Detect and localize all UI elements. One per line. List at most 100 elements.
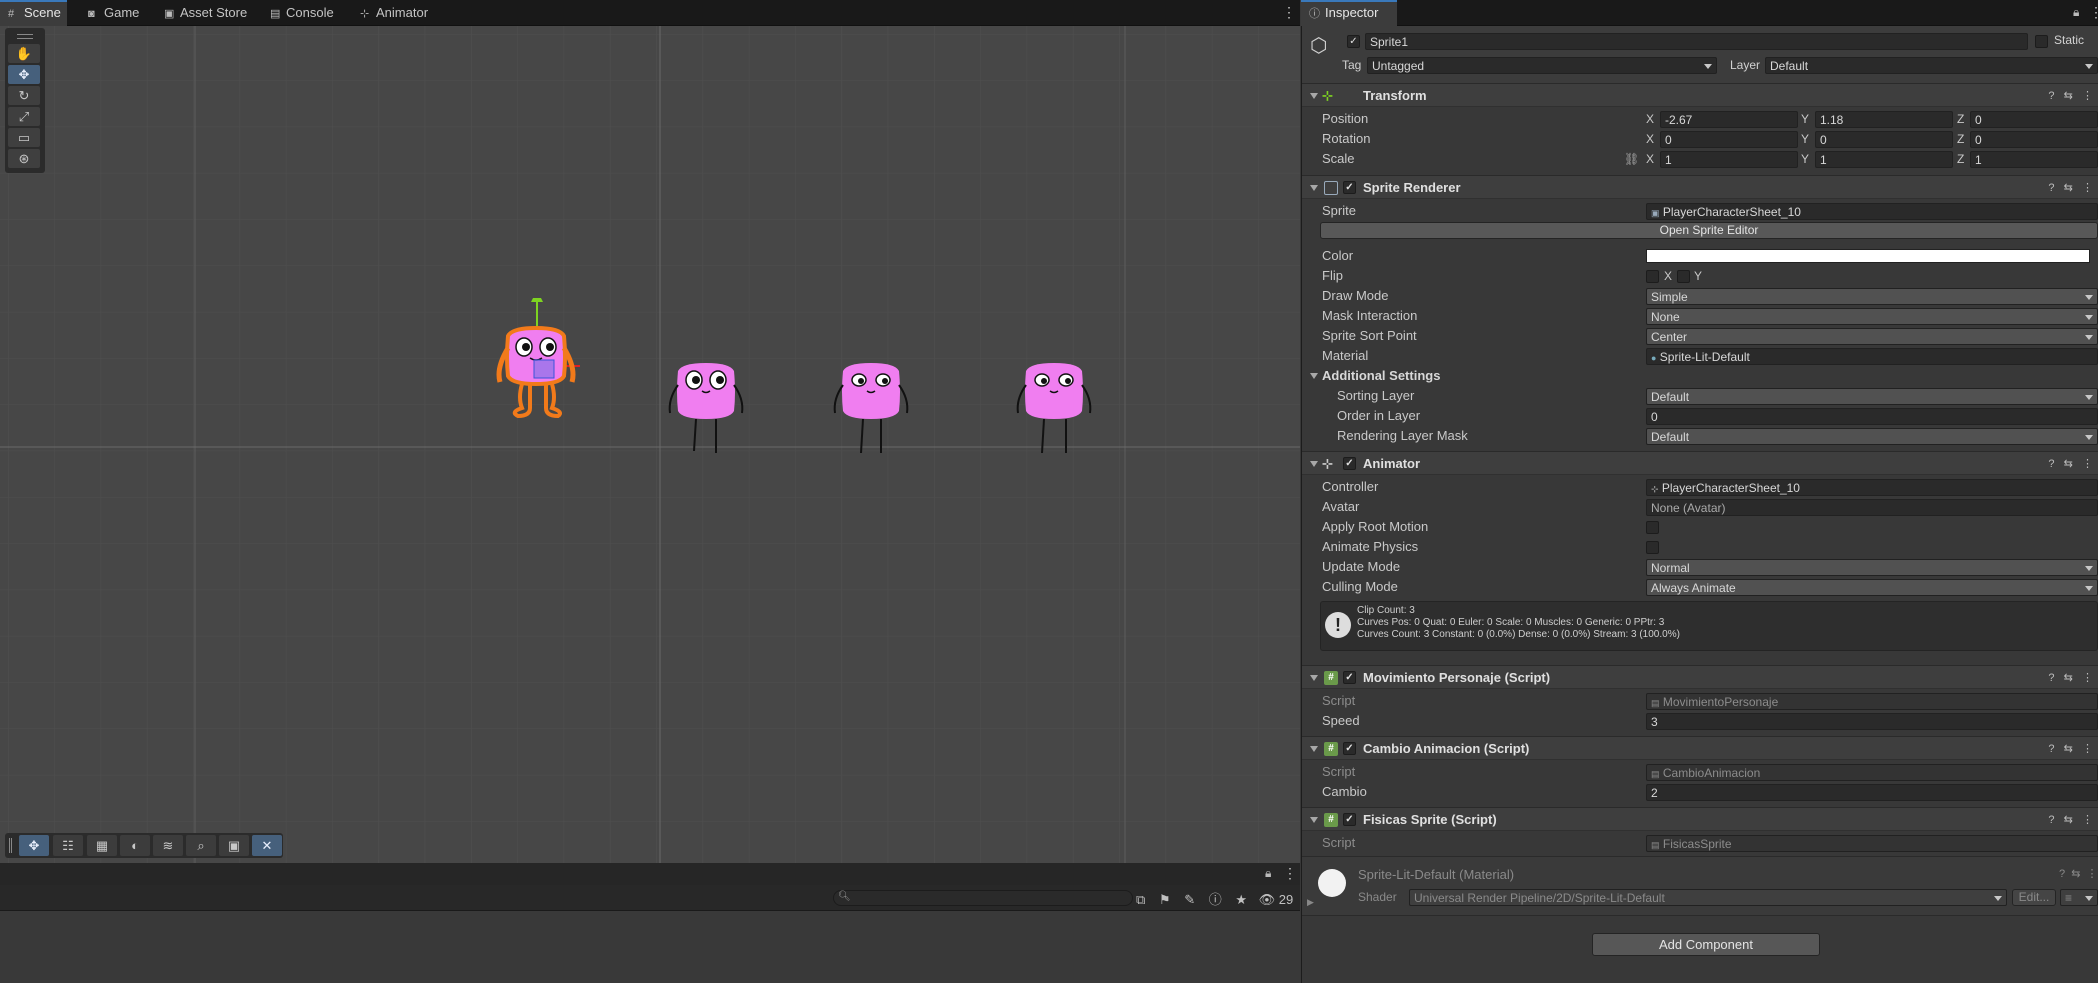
console-log-area[interactable]: [0, 911, 1300, 983]
tab-inspector[interactable]: ⓘ Inspector: [1301, 0, 1397, 26]
camera-button[interactable]: ▣: [219, 835, 249, 856]
component-header-icons[interactable]: ? ⇆ ⋮: [2048, 84, 2093, 108]
sprite-renderer-enabled-checkbox[interactable]: ✓: [1343, 181, 1356, 194]
fisicas-header[interactable]: # ✓ Fisicas Sprite (Script) ? ⇆ ⋮: [1302, 807, 2098, 831]
console-more-icon[interactable]: ⋮: [1283, 865, 1297, 882]
movimiento-header[interactable]: # ✓ Movimiento Personaje (Script) ? ⇆ ⋮: [1302, 665, 2098, 689]
move-tool-button[interactable]: ✥: [8, 65, 40, 84]
visibility-icon[interactable]: 👁︎: [1259, 892, 1276, 907]
tab-game[interactable]: ◙ Game: [80, 0, 145, 26]
flip-y-checkbox[interactable]: [1677, 270, 1690, 283]
error-icon[interactable]: ⓘ: [1209, 892, 1222, 907]
animate-physics-checkbox[interactable]: [1646, 541, 1659, 554]
object-name-input[interactable]: Sprite1: [1365, 33, 2028, 50]
rail-handle-icon[interactable]: [17, 34, 33, 39]
fisicas-enabled-checkbox[interactable]: ✓: [1343, 813, 1356, 826]
component-header-icons[interactable]: ? ⇆ ⋮: [2048, 452, 2093, 476]
constrain-link-icon[interactable]: ⛓: [1624, 149, 1639, 169]
shader-list-dropdown[interactable]: ≡: [2060, 889, 2098, 906]
sliders-button[interactable]: ☷: [53, 835, 83, 856]
zoom-button[interactable]: ⌕: [186, 835, 216, 856]
tab-animator[interactable]: ⊹ Animator: [352, 0, 434, 26]
scale-tool-button[interactable]: ⤢: [8, 107, 40, 126]
layers-button[interactable]: ≋: [153, 835, 183, 856]
sprite-field[interactable]: ▣ PlayerCharacterSheet_10: [1646, 203, 2098, 220]
gizmo-button[interactable]: ✕: [252, 835, 282, 856]
character-2[interactable]: [660, 333, 750, 458]
fit-icon[interactable]: ⧉: [1136, 892, 1145, 907]
scale-y[interactable]: 1: [1815, 151, 1953, 168]
scene-view[interactable]: ✋ ✥ ↻ ⤢ ▭ ⊛ ✥ ☷ ▦ ◐ ≋ ⌕ ▣ ✕: [0, 26, 1300, 863]
material-header-icons[interactable]: ? ⇆ ⋮: [2059, 867, 2098, 880]
toolbar-handle-icon[interactable]: [9, 838, 12, 853]
scale-x[interactable]: 1: [1660, 151, 1798, 168]
cambio-input[interactable]: 2: [1646, 784, 2098, 801]
speed-input[interactable]: 3: [1646, 713, 2098, 730]
rotation-z[interactable]: 0: [1970, 131, 2098, 148]
console-search-input[interactable]: 🔍︎: [833, 890, 1133, 906]
avatar-field[interactable]: None (Avatar): [1646, 499, 2098, 516]
root-motion-checkbox[interactable]: [1646, 521, 1659, 534]
animator-header[interactable]: ⊹ ✓ Animator ? ⇆ ⋮: [1302, 451, 2098, 475]
culling-mode-dropdown[interactable]: Always Animate: [1646, 579, 2098, 596]
draw-mode-dropdown[interactable]: Simple: [1646, 288, 2098, 305]
star-icon[interactable]: ★: [1235, 892, 1247, 907]
lock-icon[interactable]: 🔒︎: [1265, 866, 1271, 881]
layer-dropdown[interactable]: Default: [1765, 57, 2098, 74]
shader-edit-button[interactable]: Edit...: [2012, 889, 2056, 906]
flip-x-checkbox[interactable]: [1646, 270, 1659, 283]
hand-tool-button[interactable]: ✋: [8, 44, 40, 63]
material-field[interactable]: ● Sprite-Lit-Default: [1646, 348, 2098, 365]
grid-snap-button[interactable]: ▦: [87, 835, 117, 856]
component-header-icons[interactable]: ? ⇆ ⋮: [2048, 808, 2093, 832]
scale-z[interactable]: 1: [1970, 151, 2098, 168]
position-z[interactable]: 0: [1970, 111, 2098, 128]
sorting-layer-dropdown[interactable]: Default: [1646, 388, 2098, 405]
rlm-dropdown[interactable]: Default: [1646, 428, 2098, 445]
position-x[interactable]: -2.67: [1660, 111, 1798, 128]
rect-tool-button[interactable]: ▭: [8, 128, 40, 147]
add-component-button[interactable]: Add Component: [1592, 933, 1820, 956]
rotation-x[interactable]: 0: [1660, 131, 1798, 148]
component-header-icons[interactable]: ? ⇆ ⋮: [2048, 666, 2093, 690]
character-4[interactable]: [1008, 333, 1098, 458]
order-in-layer-input[interactable]: 0: [1646, 408, 2098, 425]
cambio-header[interactable]: # ✓ Cambio Animacion (Script) ? ⇆ ⋮: [1302, 736, 2098, 760]
controller-field[interactable]: ⊹ PlayerCharacterSheet_10: [1646, 479, 2098, 496]
additional-settings-row[interactable]: Additional Settings: [1302, 366, 2098, 386]
tag-dropdown[interactable]: Untagged: [1367, 57, 1717, 74]
transform-tool-button[interactable]: ⊛: [8, 149, 40, 168]
cube-icon[interactable]: ⬡: [1310, 35, 1332, 57]
more-options-icon[interactable]: ⋮: [1282, 4, 1296, 21]
tab-scene[interactable]: # Scene: [0, 0, 67, 26]
shading-button[interactable]: ◐: [120, 835, 150, 856]
character-3[interactable]: [825, 333, 915, 458]
inspector-more-icon[interactable]: ⋮: [2089, 4, 2098, 21]
character-selected[interactable]: [490, 298, 580, 423]
sort-point-dropdown[interactable]: Center: [1646, 328, 2098, 345]
tab-asset-store[interactable]: ▣ Asset Store: [156, 0, 253, 26]
update-mode-dropdown[interactable]: Normal: [1646, 559, 2098, 576]
active-checkbox[interactable]: ✓: [1347, 35, 1360, 48]
cambio-enabled-checkbox[interactable]: ✓: [1343, 742, 1356, 755]
material-expand-icon[interactable]: ▶: [1307, 897, 1314, 908]
move-snap-button[interactable]: ✥: [19, 835, 49, 856]
animator-enabled-checkbox[interactable]: ✓: [1343, 457, 1356, 470]
static-checkbox[interactable]: [2035, 35, 2048, 48]
rotation-y[interactable]: 0: [1815, 131, 1953, 148]
position-y[interactable]: 1.18: [1815, 111, 1953, 128]
transform-header[interactable]: ⊹ Transform ? ⇆ ⋮: [1302, 83, 2098, 107]
inspector-lock-icon[interactable]: 🔒︎: [2073, 5, 2079, 20]
component-header-icons[interactable]: ? ⇆ ⋮: [2048, 176, 2093, 200]
open-sprite-editor-button[interactable]: Open Sprite Editor: [1320, 222, 2098, 239]
sprite-renderer-header[interactable]: ✓ Sprite Renderer ? ⇆ ⋮: [1302, 175, 2098, 199]
filter-icon[interactable]: ⚑: [1159, 892, 1171, 907]
rotate-tool-button[interactable]: ↻: [8, 86, 40, 105]
movimiento-enabled-checkbox[interactable]: ✓: [1343, 671, 1356, 684]
tag-icon[interactable]: ✎: [1184, 892, 1195, 907]
component-header-icons[interactable]: ? ⇆ ⋮: [2048, 737, 2093, 761]
mask-dropdown[interactable]: None: [1646, 308, 2098, 325]
tab-console[interactable]: ▤ Console: [262, 0, 340, 26]
color-swatch[interactable]: [1646, 249, 2090, 263]
shader-dropdown[interactable]: Universal Render Pipeline/2D/Sprite-Lit-…: [1409, 889, 2007, 906]
